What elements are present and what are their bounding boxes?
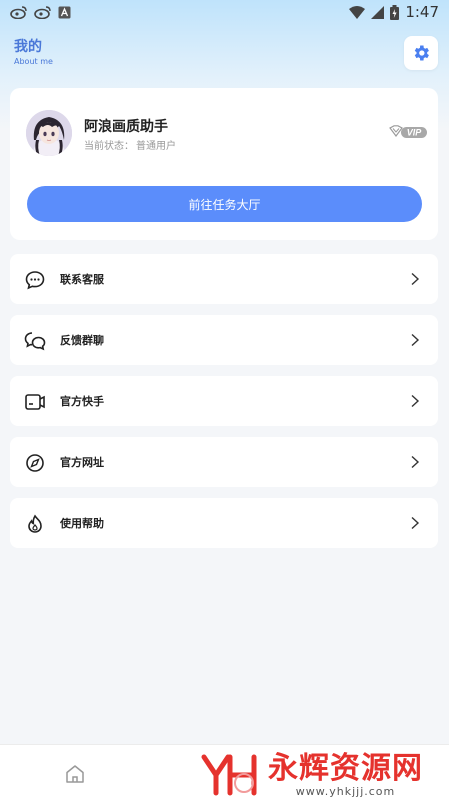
vip-label: VIP	[407, 128, 423, 138]
weibo-icon	[34, 6, 51, 19]
menu-item-label: 官方网址	[60, 456, 104, 469]
video-card-icon	[24, 391, 46, 413]
home-icon	[66, 765, 84, 783]
task-hall-button[interactable]: 前往任务大厅	[27, 186, 422, 222]
chevron-right-icon	[411, 516, 420, 530]
user-status-value: 普通用户	[136, 141, 176, 152]
keyboard-a-icon	[58, 6, 71, 18]
avatar-image	[26, 110, 72, 156]
watermark-text: 永辉资源网	[268, 751, 423, 786]
page-title: 我的	[14, 39, 42, 55]
chat-bubble-icon	[24, 269, 46, 291]
compass-icon	[24, 452, 46, 474]
page-subtitle: About me	[14, 57, 53, 66]
user-status: 当前状态： 普通用户	[84, 137, 176, 152]
settings-button[interactable]	[404, 36, 438, 70]
signal-icon	[371, 5, 385, 19]
battery-icon	[390, 4, 400, 20]
menu-item-contact-service[interactable]: 联系客服	[10, 254, 438, 304]
user-status-label: 当前状态：	[84, 141, 134, 152]
menu-item-label: 反馈群聊	[60, 334, 104, 347]
menu-item-label: 官方快手	[60, 395, 104, 408]
status-time: 1:47	[405, 3, 439, 21]
status-right-icons: 1:47	[349, 3, 439, 21]
watermark-url: www.yhkjjj.com	[295, 785, 396, 798]
menu-item-feedback-group[interactable]: 反馈群聊	[10, 315, 438, 365]
vip-badge: VIP	[388, 124, 428, 138]
menu-item-official-website[interactable]: 官方网址	[10, 437, 438, 487]
group-chat-icon	[24, 330, 46, 352]
status-left-icons	[10, 5, 71, 19]
chevron-right-icon	[411, 333, 420, 347]
home-tab[interactable]	[64, 763, 86, 785]
username: 阿浪画质助手	[84, 119, 168, 135]
menu-item-label: 联系客服	[60, 273, 104, 286]
chevron-right-icon	[411, 394, 420, 408]
watermark: 永辉资源网 www.yhkjjj.com	[200, 751, 446, 799]
weibo-icon	[10, 6, 27, 19]
menu-item-official-kuaishou[interactable]: 官方快手	[10, 376, 438, 426]
status-bar: 1:47	[0, 0, 449, 24]
profile-card: 阿浪画质助手 当前状态： 普通用户 VIP 前往任务大厅	[10, 88, 438, 240]
chevron-right-icon	[411, 455, 420, 469]
menu-item-usage-help[interactable]: 使用帮助	[10, 498, 438, 548]
avatar[interactable]	[26, 110, 72, 156]
bottom-nav-bar: 永辉资源网 www.yhkjjj.com	[0, 744, 449, 800]
help-flame-icon	[24, 513, 46, 535]
chevron-right-icon	[411, 272, 420, 286]
page-header: 我的 About me	[14, 38, 53, 68]
wifi-icon	[349, 5, 366, 19]
watermark-logo	[201, 754, 257, 796]
menu-item-label: 使用帮助	[60, 517, 104, 530]
gear-icon	[414, 45, 429, 61]
